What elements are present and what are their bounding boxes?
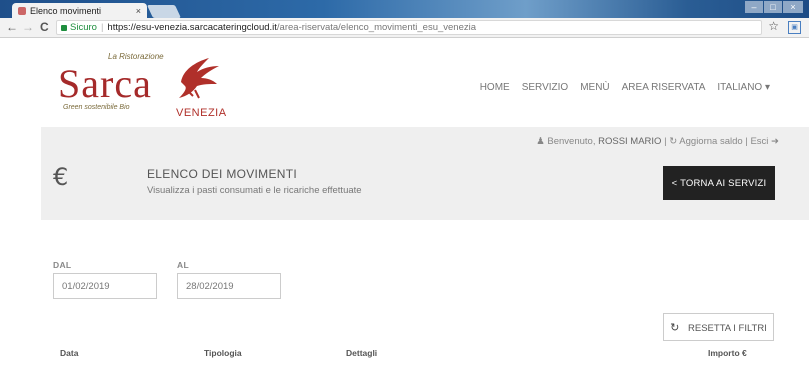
to-date-input[interactable] <box>177 273 281 299</box>
new-tab-button[interactable] <box>146 5 182 18</box>
user-bar: ♟ Benvenuto, ROSSI MARIO | ↻ Aggiorna sa… <box>536 136 779 147</box>
euro-icon: € <box>53 163 69 191</box>
page-title: ELENCO DEI MOVIMENTI <box>147 167 298 181</box>
menu-item-area-riservata[interactable]: AREA RISERVATA <box>622 82 706 93</box>
user-icon: ♟ <box>536 136 545 147</box>
column-header-data[interactable]: Data <box>60 348 78 358</box>
address-bar: ← → C Sicuro | https://esu-venezia.sarca… <box>0 18 809 38</box>
window-controls: – □ × <box>745 1 803 13</box>
url-separator: | <box>100 22 104 33</box>
forward-arrow-icon[interactable]: → <box>22 20 34 34</box>
url-host: https://esu-venezia.sarcacateringcloud.i… <box>107 22 277 33</box>
column-header-dettagli[interactable]: Dettagli <box>346 348 377 358</box>
maximize-button[interactable]: □ <box>764 1 782 13</box>
logout-link[interactable]: Esci <box>750 136 768 147</box>
url-path: /area-riservata/elenco_movimenti_esu_ven… <box>276 22 476 33</box>
refresh-icon: ↻ <box>670 321 680 334</box>
site-favicon-icon <box>18 6 26 15</box>
secure-label: Sicuro <box>70 22 97 33</box>
from-date-input[interactable] <box>53 273 157 299</box>
reset-filters-label: RESETTA I FILTRI <box>688 322 767 334</box>
browser-tab[interactable]: Elenco movimenti × <box>12 3 147 18</box>
back-arrow-icon[interactable]: ← <box>6 20 18 34</box>
site-header: La Ristorazione Sarca Green sostenibile … <box>0 38 809 127</box>
bookmark-star-icon[interactable]: ☆ <box>768 19 779 33</box>
winged-lion-icon <box>179 58 219 99</box>
tab-title: Elenco movimenti <box>30 5 102 16</box>
main-menu: HOME SERVIZIO MENÙ AREA RISERVATA ITALIA… <box>480 82 770 93</box>
sarca-logo[interactable]: La Ristorazione Sarca Green sostenibile … <box>58 50 230 122</box>
to-date-label: AL <box>177 260 189 270</box>
back-to-services-button[interactable]: < TORNA AI SERVIZI <box>663 166 775 200</box>
minimize-button[interactable]: – <box>745 1 763 13</box>
tab-close-icon[interactable]: × <box>136 6 141 16</box>
from-date-label: DAL <box>53 260 72 270</box>
refresh-icon[interactable]: ↻ <box>669 136 677 147</box>
column-header-tipologia[interactable]: Tipologia <box>204 348 242 358</box>
page-subtitle: Visualizza i pasti consumati e le ricari… <box>147 185 362 196</box>
menu-item-home[interactable]: HOME <box>480 82 510 93</box>
logo-subline: Green sostenibile Bio <box>63 104 130 111</box>
menu-item-menu[interactable]: MENÙ <box>580 82 609 93</box>
logo-city: VENEZIA <box>176 107 227 119</box>
language-selector[interactable]: ITALIANO ▾ <box>717 82 770 93</box>
refresh-balance-link[interactable]: Aggiorna saldo <box>679 136 742 147</box>
logo-brand: Sarca <box>58 61 152 106</box>
url-field[interactable]: Sicuro | https://esu-venezia.sarcacateri… <box>56 20 762 35</box>
browser-titlebar: Elenco movimenti × – □ × <box>0 0 809 18</box>
reset-filters-button[interactable]: ↻ RESETTA I FILTRI <box>663 313 774 341</box>
user-name: ROSSI MARIO <box>598 136 662 147</box>
column-header-importo[interactable]: Importo € <box>708 348 747 358</box>
extension-icon[interactable]: ▣ <box>788 21 801 34</box>
reload-icon[interactable]: C <box>40 20 49 34</box>
logout-icon[interactable]: ➜ <box>771 136 779 147</box>
page-banner: ♟ Benvenuto, ROSSI MARIO | ↻ Aggiorna sa… <box>41 127 809 220</box>
greeting-text: Benvenuto, <box>547 136 596 147</box>
menu-item-servizio[interactable]: SERVIZIO <box>522 82 569 93</box>
lock-icon <box>61 24 67 31</box>
window-close-button[interactable]: × <box>783 1 803 13</box>
